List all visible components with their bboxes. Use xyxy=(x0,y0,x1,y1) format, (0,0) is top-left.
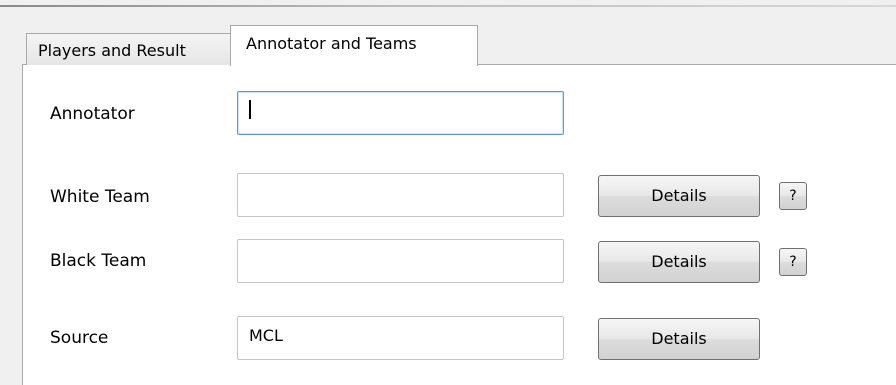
annotator-input[interactable] xyxy=(237,91,564,135)
white-team-label: White Team xyxy=(50,187,150,207)
annotator-label: Annotator xyxy=(50,104,135,124)
white-team-details-button[interactable]: Details xyxy=(598,175,760,217)
tab-annotator-and-teams[interactable]: Annotator and Teams xyxy=(230,25,478,66)
source-value: MCL xyxy=(249,326,283,345)
source-input[interactable]: MCL xyxy=(237,316,564,360)
black-team-details-button[interactable]: Details xyxy=(598,241,760,283)
text-caret xyxy=(249,100,251,119)
dialog: Players and Result Annotator and Teams A… xyxy=(0,0,896,385)
black-team-label: Black Team xyxy=(50,251,147,271)
white-team-input[interactable] xyxy=(237,173,564,217)
black-team-help-button[interactable]: ? xyxy=(779,248,807,276)
source-label: Source xyxy=(50,328,109,348)
black-team-input[interactable] xyxy=(237,239,564,283)
tab-players-and-result[interactable]: Players and Result xyxy=(26,33,231,65)
white-team-help-button[interactable]: ? xyxy=(779,182,807,210)
window-top-edge xyxy=(0,0,896,7)
source-details-button[interactable]: Details xyxy=(598,318,760,360)
